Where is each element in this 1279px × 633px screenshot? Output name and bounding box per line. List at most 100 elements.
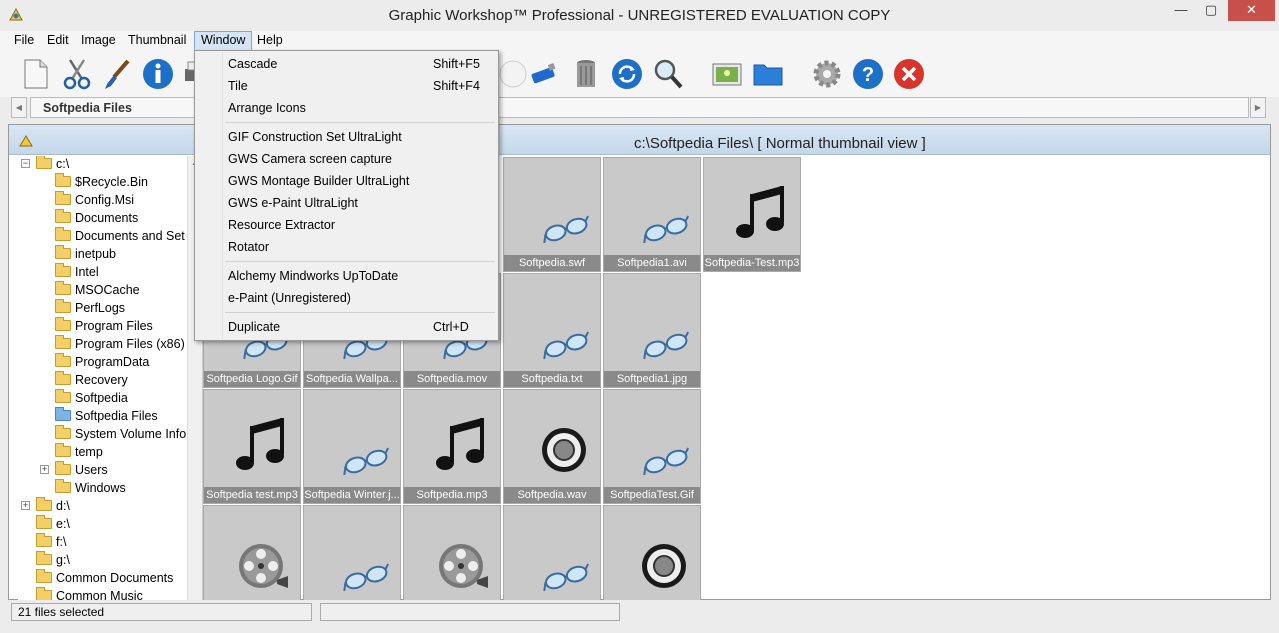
thumbnail-item[interactable]: Softpedia test.mp3 [203, 389, 301, 504]
tree-node-label: Softpedia Files [75, 409, 158, 423]
tree-node[interactable]: PerfLogs [55, 299, 125, 317]
paintbrush-icon[interactable] [100, 57, 134, 91]
thumbnail-item[interactable]: Softpedia.wav [503, 389, 601, 504]
tree-node[interactable]: Recovery [55, 371, 128, 389]
folder-icon[interactable] [751, 57, 785, 91]
tree-node-label: Program Files [75, 319, 153, 333]
status-selection-count: 21 files selected [11, 603, 312, 621]
folder-icon [55, 425, 71, 439]
tree-node[interactable]: System Volume Info [55, 425, 186, 443]
tree-node[interactable]: temp [55, 443, 103, 461]
tree-node[interactable]: d:\ [36, 497, 70, 515]
menu-item-gif-construction-set-ultralight[interactable]: GIF Construction Set UltraLight [195, 126, 498, 148]
menu-item-resource-extractor[interactable]: Resource Extractor [195, 214, 498, 236]
menu-image[interactable]: Image [75, 31, 122, 51]
folder-icon [55, 245, 71, 259]
menu-item-rotator[interactable]: Rotator [195, 236, 498, 258]
scroll-right-button[interactable]: ▶ [1250, 97, 1266, 118]
thumbnail-item[interactable]: Softpedia.swf [503, 157, 601, 272]
disc-icon[interactable] [496, 57, 530, 91]
menu-item-arrange-icons[interactable]: Arrange Icons [195, 97, 498, 119]
tree-node[interactable]: e:\ [36, 515, 70, 533]
folder-icon [36, 587, 52, 600]
tree-node[interactable]: $Recycle.Bin [55, 173, 148, 191]
menu-thumbnail[interactable]: Thumbnail [122, 31, 192, 51]
usb-drive-icon[interactable] [527, 57, 561, 91]
thumbnail-caption: Softpedia1.avi [604, 255, 700, 271]
thumbnail-item[interactable]: SoftpediaTest.Gif [603, 389, 701, 504]
new-document-icon[interactable] [18, 57, 52, 91]
tree-node-label: Common Documents [56, 571, 174, 585]
tree-node[interactable]: f:\ [36, 533, 66, 551]
settings-gear-icon[interactable] [810, 57, 844, 91]
menu-window[interactable]: Window [194, 31, 253, 51]
menu-item-tile[interactable]: Tile Shift+F4 [195, 75, 498, 97]
menu-help[interactable]: Help [251, 31, 289, 51]
menu-item-alchemy-mindworks-uptodate[interactable]: Alchemy Mindworks UpToDate [195, 265, 498, 287]
expand-icon[interactable]: + [40, 465, 49, 474]
thumbnail-caption: Softpedia Wallpa... [304, 371, 400, 387]
tree-node[interactable]: c:\ [36, 156, 69, 173]
scroll-left-button[interactable]: ◀ [11, 97, 27, 118]
tree-node[interactable]: Users [55, 461, 108, 479]
collapse-icon[interactable]: − [21, 159, 30, 168]
menu-bar: File Edit Image Thumbnail Window Help [0, 31, 1279, 51]
tree-node[interactable]: Windows [55, 479, 126, 497]
close-window-button[interactable]: ✕ [1228, 0, 1275, 21]
glasses-icon [343, 447, 390, 476]
menu-item-e-paint-unregistered[interactable]: e-Paint (Unregistered) [195, 287, 498, 309]
tree-node[interactable]: Documents [55, 209, 138, 227]
tree-node[interactable]: Common Music [36, 587, 143, 600]
thumbnail-caption: Softpedia test.mp3 [204, 487, 300, 503]
trash-can-icon[interactable] [569, 57, 603, 91]
image-icon[interactable] [710, 57, 744, 91]
minimize-button[interactable]: — [1168, 0, 1194, 21]
folder-icon [55, 461, 71, 475]
folder-tree[interactable]: c:\ − $Recycle.Bin Config.Msi Documents Docum… [18, 156, 203, 600]
tree-node[interactable]: Documents and Set [55, 227, 185, 245]
magnifier-icon[interactable] [651, 57, 685, 91]
tree-node[interactable]: inetpub [55, 245, 116, 263]
exit-icon[interactable] [892, 57, 926, 91]
thumbnail-item[interactable]: Softpedia.txt [503, 273, 601, 388]
status-panel [320, 603, 620, 621]
thumbnail-item[interactable]: Softpedia.mp3 [403, 389, 501, 504]
window-icon [19, 135, 33, 147]
tree-node[interactable]: Softpedia Files [55, 407, 158, 425]
folder-icon [55, 371, 71, 385]
glasses-icon [543, 331, 590, 360]
expand-icon[interactable]: + [21, 501, 30, 510]
music-note-icon [736, 186, 784, 238]
refresh-icon[interactable] [610, 57, 644, 91]
menu-item-duplicate[interactable]: Duplicate Ctrl+D [195, 316, 498, 338]
menu-edit[interactable]: Edit [41, 31, 75, 51]
help-icon[interactable]: ? [851, 57, 885, 91]
tree-node-label: $Recycle.Bin [75, 175, 148, 189]
maximize-button[interactable]: ▢ [1198, 0, 1224, 21]
tree-node[interactable]: Intel [55, 263, 99, 281]
tree-node-label: g:\ [56, 553, 70, 567]
tree-node-label: Documents [75, 211, 139, 225]
tree-node[interactable]: Common Documents [36, 569, 173, 587]
tree-node[interactable]: MSOCache [55, 281, 140, 299]
tree-node[interactable]: ProgramData [55, 353, 149, 371]
thumbnail-item[interactable]: Softpedia1.avi [603, 157, 701, 272]
thumbnail-item[interactable]: Softpedia Winter.j... [303, 389, 401, 504]
cut-icon[interactable] [60, 57, 94, 91]
tree-node-label: f:\ [56, 535, 67, 549]
thumbnail-item[interactable]: Softpedia1.jpg [603, 273, 701, 388]
thumbnail-item[interactable]: Softpedia-Test.mp3 [703, 157, 801, 272]
tree-node-label: Common Music [56, 589, 143, 600]
info-icon[interactable] [141, 57, 175, 91]
folder-icon [55, 479, 71, 493]
menu-item-cascade[interactable]: Cascade Shift+F5 [195, 53, 498, 75]
menu-file[interactable]: File [8, 31, 40, 51]
menu-item-gws-camera-screen-capture[interactable]: GWS Camera screen capture [195, 148, 498, 170]
tree-node[interactable]: Softpedia [55, 389, 128, 407]
menu-item-gws-e-paint-ultralight[interactable]: GWS e-Paint UltraLight [195, 192, 498, 214]
tree-node[interactable]: Config.Msi [55, 191, 134, 209]
menu-item-gws-montage-builder-ultralight[interactable]: GWS Montage Builder UltraLight [195, 170, 498, 192]
tree-node[interactable]: Program Files (x86) [55, 335, 185, 353]
tree-node[interactable]: Program Files [55, 317, 153, 335]
tree-node[interactable]: g:\ [36, 551, 70, 569]
